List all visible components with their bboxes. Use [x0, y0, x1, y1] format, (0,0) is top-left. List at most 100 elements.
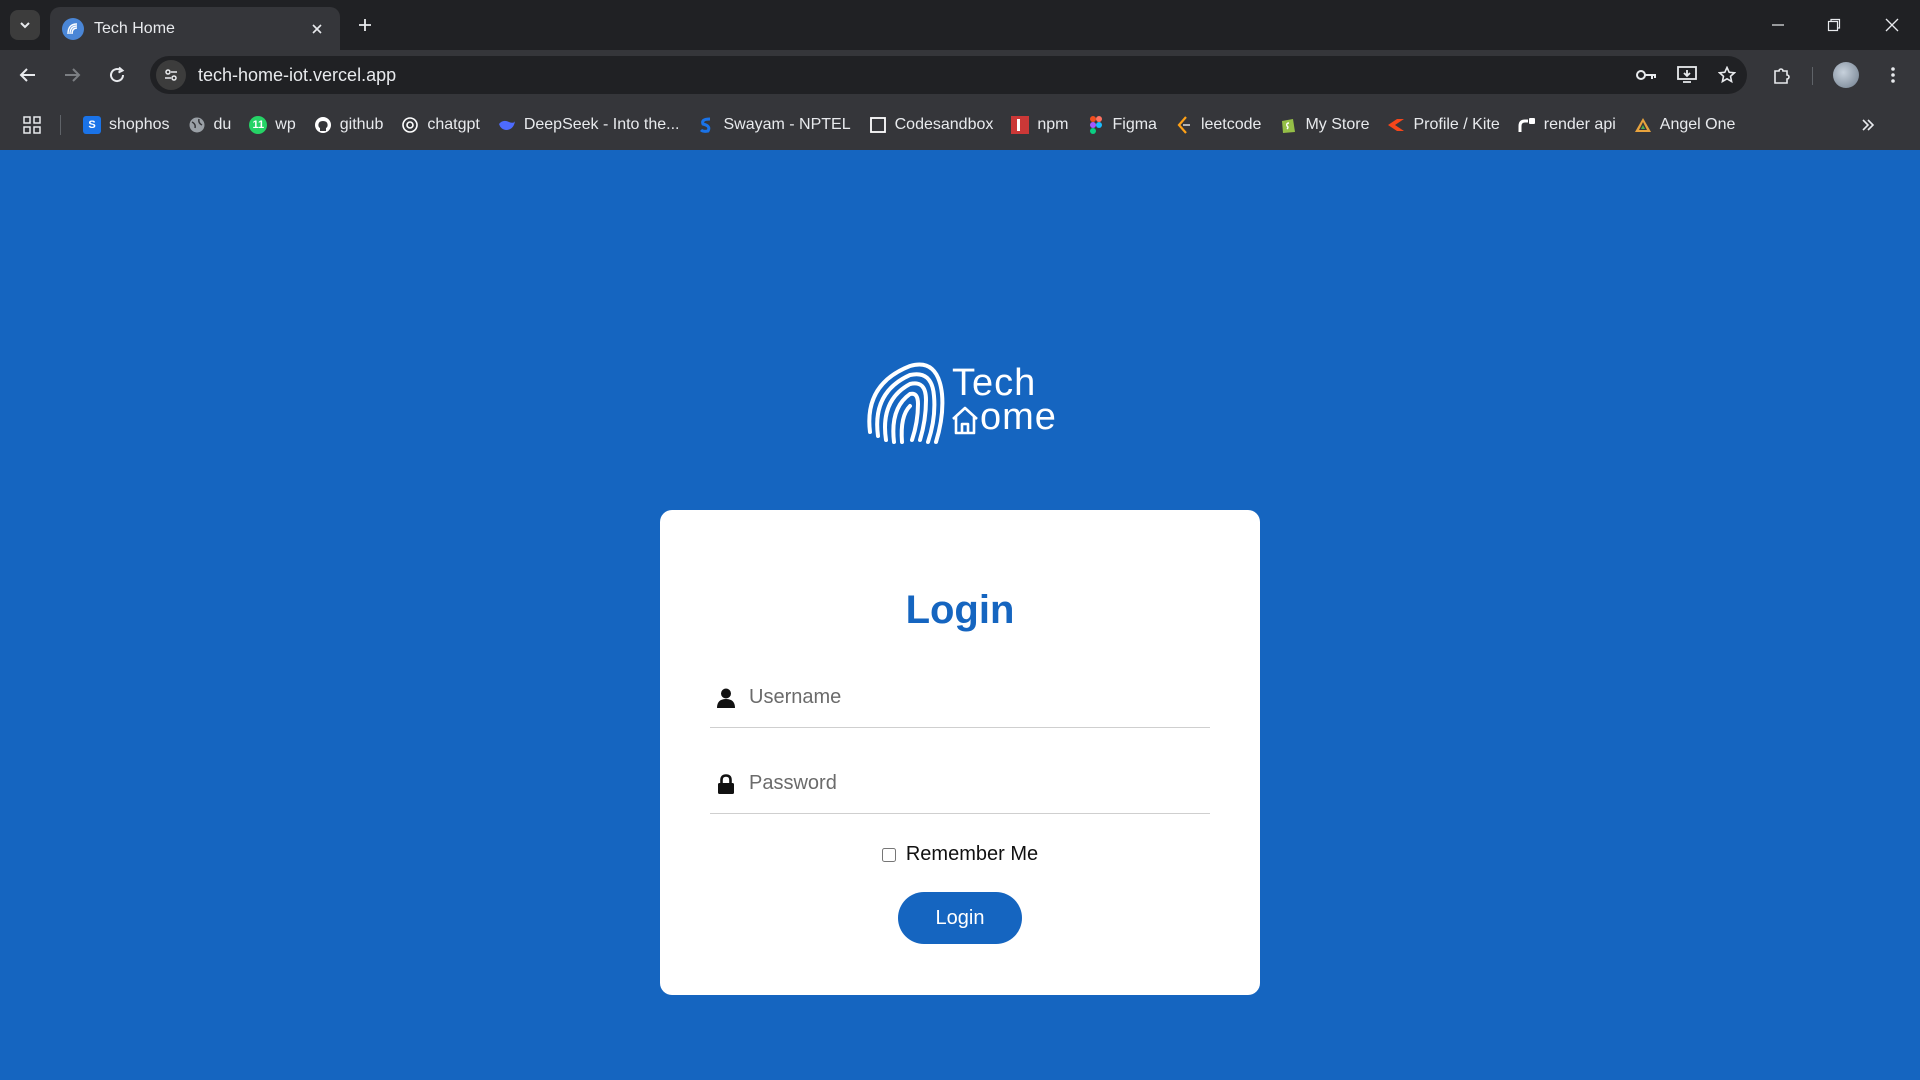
figma-icon: [1087, 116, 1105, 134]
chevron-double-right-icon: [1862, 119, 1875, 131]
apps-grid-icon: [23, 116, 41, 134]
browser-menu-button[interactable]: [1877, 59, 1909, 91]
bookmark-label: Swayam - NPTEL: [723, 116, 851, 133]
bookmark-label: npm: [1037, 116, 1069, 133]
back-button[interactable]: [12, 59, 44, 91]
tab-title: Tech Home: [94, 19, 175, 37]
bookmark-du[interactable]: du: [180, 109, 242, 141]
login-title: Login: [905, 588, 1015, 632]
extensions-button[interactable]: [1766, 59, 1798, 91]
globe-icon: [188, 116, 206, 134]
user-icon: [715, 687, 737, 709]
bookmark-wp[interactable]: 11 wp: [241, 109, 305, 141]
arrow-left-icon: [19, 68, 35, 82]
minimize-icon: [1772, 24, 1784, 26]
restore-button[interactable]: [1806, 0, 1862, 50]
browser-tab[interactable]: Tech Home: [50, 7, 340, 50]
forward-button[interactable]: [56, 59, 88, 91]
whatsapp-icon: 11: [249, 116, 268, 134]
bookmark-label: Figma: [1112, 116, 1157, 133]
logo-text-ome: ome: [980, 396, 1057, 438]
tab-close-icon[interactable]: [306, 18, 328, 40]
bookmark-label: Profile / Kite: [1413, 116, 1500, 133]
puzzle-icon: [1774, 68, 1790, 84]
install-app-icon[interactable]: [1667, 56, 1707, 94]
bookmark-label: DeepSeek - Into the...: [523, 116, 680, 133]
address-bar[interactable]: tech-home-iot.vercel.app: [150, 56, 1747, 94]
bookmark-label: Angel One: [1659, 116, 1736, 133]
lock-icon: [715, 773, 737, 795]
bookmark-swayam[interactable]: Swayam - NPTEL: [689, 109, 860, 141]
kite-icon: [1387, 116, 1405, 134]
codesandbox-icon: [869, 116, 887, 134]
password-input[interactable]: [749, 763, 1210, 804]
fingerprint-logo-icon: [867, 362, 945, 444]
bookmark-label: du: [213, 116, 232, 133]
bookmark-render-api[interactable]: render api: [1510, 109, 1626, 141]
bookmark-figma[interactable]: Figma: [1079, 109, 1167, 141]
chevron-down-icon: [20, 22, 30, 29]
site-info-icon[interactable]: [156, 60, 186, 90]
angelone-icon: [1634, 116, 1652, 134]
tech-home-favicon-icon: [62, 17, 84, 40]
bookmark-shophos[interactable]: S shophos: [75, 109, 180, 141]
reload-icon: [110, 66, 125, 83]
toolbar-divider: [1812, 67, 1813, 85]
bookmark-label: leetcode: [1200, 116, 1262, 133]
deepseek-icon: [498, 116, 516, 134]
bookmark-label: shophos: [109, 116, 170, 133]
bookmark-my-store[interactable]: My Store: [1271, 109, 1379, 141]
bookmark-npm[interactable]: npm: [1003, 109, 1078, 141]
github-icon: [314, 116, 332, 134]
tab-search-button[interactable]: [10, 10, 40, 40]
new-tab-button[interactable]: [350, 10, 380, 40]
remember-me-label: Remember Me: [905, 843, 1039, 865]
bookmarks-bar: S shophos du 11 wp github chatgpt DeepSe…: [0, 100, 1920, 150]
bookmarks-divider: [60, 115, 61, 135]
bookmark-label: wp: [275, 116, 296, 133]
username-input[interactable]: [749, 677, 1210, 718]
avatar: [1833, 62, 1859, 88]
shopify-icon: [1279, 116, 1297, 134]
tech-home-logo: Tech ome: [866, 360, 1056, 445]
profile-button[interactable]: [1830, 59, 1862, 91]
bookmark-profile-kite[interactable]: Profile / Kite: [1379, 109, 1509, 141]
bookmark-deepseek[interactable]: DeepSeek - Into the...: [490, 109, 690, 141]
bookmark-label: render api: [1543, 116, 1616, 133]
bookmark-label: My Store: [1305, 116, 1370, 133]
sophos-icon: S: [83, 116, 101, 134]
url-text[interactable]: tech-home-iot.vercel.app: [198, 65, 1627, 86]
reload-button[interactable]: [101, 59, 133, 91]
swayam-icon: [697, 116, 715, 134]
remember-me-checkbox[interactable]: [881, 847, 896, 862]
house-icon: [952, 406, 978, 435]
apps-button[interactable]: [16, 109, 48, 141]
plus-icon: [359, 19, 371, 31]
bookmark-label: chatgpt: [427, 116, 480, 133]
tab-strip: Tech Home: [0, 0, 1920, 50]
bookmark-chatgpt[interactable]: chatgpt: [393, 109, 489, 141]
bookmark-label: Codesandbox: [894, 116, 994, 133]
browser-toolbar: tech-home-iot.vercel.app: [0, 50, 1920, 100]
kebab-menu-icon: [1891, 67, 1895, 83]
remember-me-row[interactable]: Remember Me: [660, 843, 1260, 866]
bookmark-label: github: [339, 116, 384, 133]
close-icon: [1885, 18, 1899, 32]
render-icon: [1518, 116, 1536, 134]
bookmark-github[interactable]: github: [306, 109, 394, 141]
bookmark-leetcode[interactable]: leetcode: [1167, 109, 1272, 141]
bookmark-star-icon[interactable]: [1707, 56, 1747, 94]
leetcode-icon: [1175, 116, 1193, 134]
restore-icon: [1827, 18, 1841, 32]
password-key-icon[interactable]: [1627, 56, 1667, 94]
login-button[interactable]: Login: [898, 892, 1022, 944]
minimize-button[interactable]: [1750, 0, 1806, 50]
bookmark-codesandbox[interactable]: Codesandbox: [861, 109, 1004, 141]
password-field: [710, 754, 1210, 814]
bookmark-angel-one[interactable]: Angel One: [1626, 109, 1746, 141]
npm-icon: [1011, 116, 1030, 134]
arrow-right-icon: [65, 68, 81, 82]
login-card: Login Remember Me Login: [660, 510, 1260, 995]
more-bookmarks-button[interactable]: [1852, 109, 1884, 141]
close-window-button[interactable]: [1864, 0, 1920, 50]
